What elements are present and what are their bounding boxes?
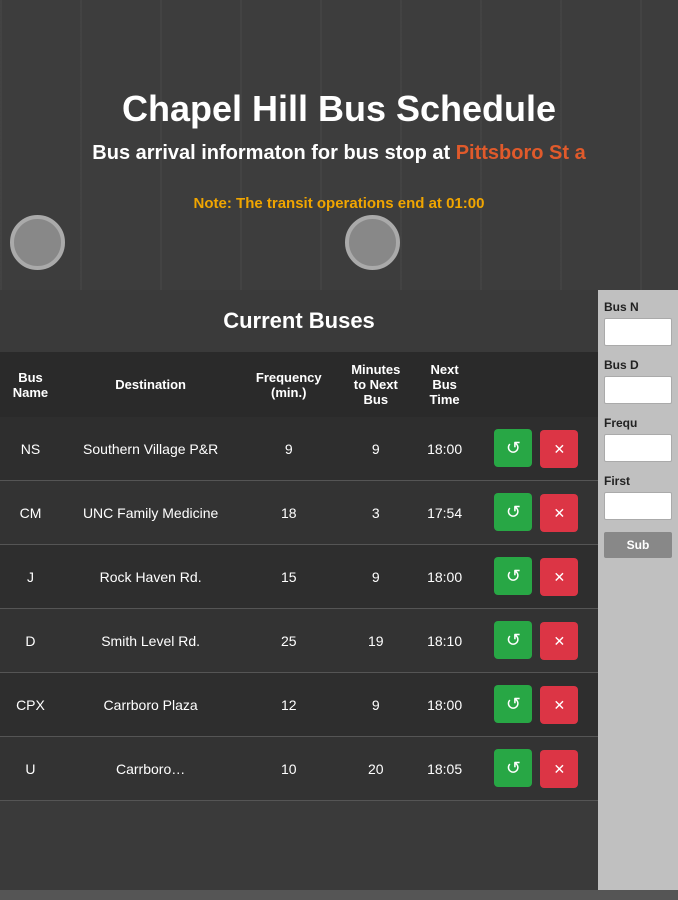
cell-minutes-to-next: 20 <box>337 737 414 801</box>
close-icon: ✕ <box>553 697 565 714</box>
cell-actions: ↺ ✕ <box>475 737 598 801</box>
cell-destination: Smith Level Rd. <box>61 609 240 673</box>
cell-actions: ↺ ✕ <box>475 417 598 481</box>
cell-frequency: 18 <box>240 481 337 545</box>
frequency-input[interactable] <box>604 434 672 462</box>
table-row: U Carrboro… 10 20 18:05 ↺ ✕ <box>0 737 598 801</box>
delete-button[interactable]: ✕ <box>540 494 578 532</box>
bus-name-label: Bus N <box>604 300 672 314</box>
refresh-icon: ↺ <box>506 630 521 651</box>
bus-wheel-middle <box>345 215 400 270</box>
main-content: Current Buses BusName Destination Freque… <box>0 290 678 890</box>
table-row: CPX Carrboro Plaza 12 9 18:00 ↺ ✕ <box>0 673 598 737</box>
cell-frequency: 10 <box>240 737 337 801</box>
cell-next-bus-time: 18:10 <box>414 609 474 673</box>
refresh-button[interactable]: ↺ <box>494 685 532 723</box>
cell-actions: ↺ ✕ <box>475 481 598 545</box>
col-next-bus-time: NextBusTime <box>414 352 474 417</box>
note-text: Note: The transit operations end at 01:0… <box>194 195 485 212</box>
col-minutes-to-next: Minutesto NextBus <box>337 352 414 417</box>
close-icon: ✕ <box>553 761 565 778</box>
stop-name: Pittsboro St a <box>456 142 586 164</box>
cell-next-bus-time: 18:00 <box>414 673 474 737</box>
cell-destination: Carrboro Plaza <box>61 673 240 737</box>
table-row: CM UNC Family Medicine 18 3 17:54 ↺ ✕ <box>0 481 598 545</box>
cell-frequency: 9 <box>240 417 337 481</box>
cell-frequency: 15 <box>240 545 337 609</box>
table-header-row: BusName Destination Frequency(min.) Minu… <box>0 352 598 417</box>
col-destination: Destination <box>61 352 240 417</box>
cell-actions: ↺ ✕ <box>475 609 598 673</box>
cell-frequency: 25 <box>240 609 337 673</box>
page-subtitle: Bus arrival informaton for bus stop at P… <box>92 142 585 165</box>
close-icon: ✕ <box>553 633 565 650</box>
bus-destination-label: Bus D <box>604 358 672 372</box>
bus-table: BusName Destination Frequency(min.) Minu… <box>0 352 598 801</box>
table-row: D Smith Level Rd. 25 19 18:10 ↺ ✕ <box>0 609 598 673</box>
submit-button[interactable]: Sub <box>604 532 672 558</box>
cell-frequency: 12 <box>240 673 337 737</box>
first-input[interactable] <box>604 492 672 520</box>
cell-destination: Southern Village P&R <box>61 417 240 481</box>
cell-minutes-to-next: 9 <box>337 417 414 481</box>
cell-next-bus-time: 18:00 <box>414 417 474 481</box>
left-panel: Current Buses BusName Destination Freque… <box>0 290 598 890</box>
cell-destination: Rock Haven Rd. <box>61 545 240 609</box>
cell-next-bus-time: 18:00 <box>414 545 474 609</box>
cell-actions: ↺ ✕ <box>475 673 598 737</box>
cell-bus-name: U <box>0 737 61 801</box>
cell-minutes-to-next: 3 <box>337 481 414 545</box>
delete-button[interactable]: ✕ <box>540 558 578 596</box>
cell-bus-name: CM <box>0 481 61 545</box>
cell-bus-name: D <box>0 609 61 673</box>
refresh-button[interactable]: ↺ <box>494 621 532 659</box>
refresh-icon: ↺ <box>506 566 521 587</box>
table-row: NS Southern Village P&R 9 9 18:00 ↺ ✕ <box>0 417 598 481</box>
cell-actions: ↺ ✕ <box>475 545 598 609</box>
refresh-button[interactable]: ↺ <box>494 493 532 531</box>
delete-button[interactable]: ✕ <box>540 686 578 724</box>
cell-bus-name: NS <box>0 417 61 481</box>
close-icon: ✕ <box>553 505 565 522</box>
cell-next-bus-time: 18:05 <box>414 737 474 801</box>
cell-bus-name: CPX <box>0 673 61 737</box>
cell-next-bus-time: 17:54 <box>414 481 474 545</box>
delete-button[interactable]: ✕ <box>540 622 578 660</box>
refresh-button[interactable]: ↺ <box>494 749 532 787</box>
bus-destination-input[interactable] <box>604 376 672 404</box>
close-icon: ✕ <box>553 569 565 586</box>
bus-wheel-left <box>10 215 65 270</box>
first-label: First <box>604 474 672 488</box>
refresh-button[interactable]: ↺ <box>494 429 532 467</box>
wheels-row <box>0 215 678 270</box>
bus-name-input[interactable] <box>604 318 672 346</box>
right-panel: Bus N Bus D Frequ First Sub <box>598 290 678 890</box>
bus-table-body: NS Southern Village P&R 9 9 18:00 ↺ ✕ CM… <box>0 417 598 801</box>
subtitle-text: Bus arrival informaton for bus stop at <box>92 142 450 164</box>
close-icon: ✕ <box>553 441 565 458</box>
refresh-icon: ↺ <box>506 502 521 523</box>
col-actions <box>475 352 598 417</box>
frequency-label: Frequ <box>604 416 672 430</box>
page-title: Chapel Hill Bus Schedule <box>122 88 556 130</box>
panel-header: Current Buses <box>0 290 598 352</box>
refresh-button[interactable]: ↺ <box>494 557 532 595</box>
refresh-icon: ↺ <box>506 694 521 715</box>
cell-minutes-to-next: 9 <box>337 545 414 609</box>
cell-minutes-to-next: 19 <box>337 609 414 673</box>
cell-bus-name: J <box>0 545 61 609</box>
header-section: Chapel Hill Bus Schedule Bus arrival inf… <box>0 0 678 290</box>
cell-destination: Carrboro… <box>61 737 240 801</box>
col-frequency: Frequency(min.) <box>240 352 337 417</box>
delete-button[interactable]: ✕ <box>540 750 578 788</box>
refresh-icon: ↺ <box>506 758 521 779</box>
table-row: J Rock Haven Rd. 15 9 18:00 ↺ ✕ <box>0 545 598 609</box>
cell-minutes-to-next: 9 <box>337 673 414 737</box>
delete-button[interactable]: ✕ <box>540 430 578 468</box>
cell-destination: UNC Family Medicine <box>61 481 240 545</box>
refresh-icon: ↺ <box>506 438 521 459</box>
panel-title: Current Buses <box>20 308 578 334</box>
col-bus-name: BusName <box>0 352 61 417</box>
